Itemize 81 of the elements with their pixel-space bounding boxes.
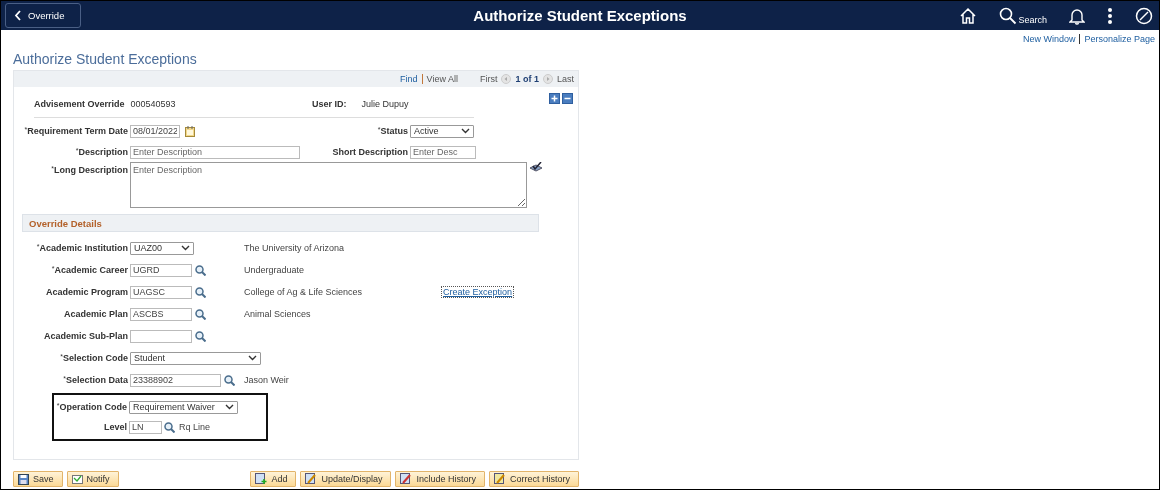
search-icon[interactable]	[164, 421, 175, 433]
dropdown[interactable]: UAZ00	[130, 241, 194, 255]
bell-icon[interactable]	[1069, 6, 1085, 25]
field-label: $^{*}$Long Description	[50, 164, 128, 175]
edit-page-icon	[494, 473, 506, 485]
text-area[interactable]: Enter Description	[130, 162, 527, 208]
field-label: Academic Sub-Plan	[42, 331, 128, 341]
input-field[interactable]: 23388902	[130, 373, 221, 387]
field-label: $^{*}$Selection Data	[62, 375, 128, 385]
add-page-icon	[255, 473, 268, 485]
dropdown[interactable]: Student	[130, 351, 261, 365]
field-value: 000540593	[130, 99, 176, 111]
search-icon[interactable]	[195, 330, 206, 342]
menu-icon[interactable]	[1107, 6, 1113, 25]
last-label: Last	[557, 74, 574, 84]
field-label: Level	[103, 422, 127, 432]
field-description: Undergraduate	[244, 265, 305, 275]
action-button[interactable]: Notify	[66, 471, 119, 487]
create-exception-link[interactable]: Create Exception	[441, 286, 515, 298]
field-label: Academic Plan	[62, 309, 128, 319]
field-description: Rq Line	[179, 422, 211, 432]
header-link[interactable]: Personalize Page	[1084, 34, 1155, 44]
remove-row-icon[interactable]	[562, 93, 573, 104]
page-header-title: Authorize Student Exceptions	[473, 7, 687, 24]
back-button[interactable]: Override	[5, 3, 81, 28]
field-value: Julie Dupuy	[361, 99, 409, 111]
caret-icon	[248, 355, 257, 361]
view-all-link[interactable]: View All	[426, 74, 458, 84]
input-field[interactable]: Enter Desc	[410, 145, 476, 159]
chevron-icon	[14, 10, 22, 21]
action-button[interactable]: Save	[13, 471, 63, 487]
home-icon[interactable]	[959, 6, 978, 25]
search-icon	[999, 6, 1018, 25]
field-label: Short Description	[331, 147, 408, 157]
first-label: First	[479, 74, 498, 84]
field-label: $^{*}$Requirement Term Date	[23, 126, 128, 136]
input-field[interactable]: 08/01/2022	[130, 124, 180, 138]
input-field[interactable]: Enter Description	[130, 145, 300, 159]
field-description: Animal Sciences	[244, 309, 311, 319]
field-description: College of Ag & Life Sciences	[244, 287, 363, 297]
caret-icon	[461, 128, 470, 134]
field-label: Academic Program	[44, 287, 128, 297]
field-description: Jason Weir	[244, 375, 289, 385]
field-label: $^{*}$Selection Code	[59, 353, 128, 363]
input-field[interactable]: UAGSC	[130, 285, 192, 299]
field-label: User ID:	[312, 99, 347, 111]
caret-icon	[181, 245, 190, 251]
input-field[interactable]: LN	[129, 420, 162, 434]
find-link[interactable]: Find	[400, 74, 418, 84]
edit-page-icon	[305, 473, 318, 485]
action-button[interactable]: Add	[250, 471, 297, 487]
add-row-icon[interactable]	[549, 93, 560, 104]
input-field[interactable]: UGRD	[130, 263, 192, 277]
field-label: Advisement Override	[34, 99, 125, 111]
action-button[interactable]: Correct History	[489, 471, 579, 487]
page-title: Authorize Student Exceptions	[13, 51, 198, 67]
dropdown[interactable]: Active	[410, 124, 474, 138]
input-field[interactable]: ASCBS	[130, 307, 192, 321]
input-field[interactable]	[130, 329, 192, 343]
search-icon[interactable]	[195, 286, 206, 298]
action-button[interactable]: Include History	[395, 471, 485, 487]
field-label: $^{*}$Operation Code	[55, 402, 127, 412]
calendar-icon[interactable]	[185, 125, 195, 137]
field-label: $^{*}$Status	[376, 126, 408, 136]
field-label: $^{*}$Academic Institution	[35, 243, 128, 253]
action-button[interactable]: Update/Display	[300, 471, 392, 487]
search-button[interactable]: Search	[999, 6, 1047, 25]
spellcheck-icon[interactable]	[529, 162, 543, 174]
section-header: Override Details	[22, 214, 539, 232]
search-icon[interactable]	[224, 374, 235, 386]
field-label: $^{*}$Academic Career	[50, 265, 128, 275]
row-count: 1 of 1	[515, 74, 539, 84]
search-icon[interactable]	[195, 308, 206, 320]
edit-page-icon	[400, 473, 413, 485]
header-link[interactable]: New Window	[1022, 34, 1076, 44]
caret-icon	[225, 404, 234, 410]
dropdown[interactable]: Requirement Waiver	[129, 400, 238, 414]
field-description: The University of Arizona	[244, 243, 345, 253]
field-label: $^{*}$Description	[74, 147, 128, 157]
search-icon[interactable]	[195, 264, 206, 276]
floppy-icon	[18, 473, 29, 485]
